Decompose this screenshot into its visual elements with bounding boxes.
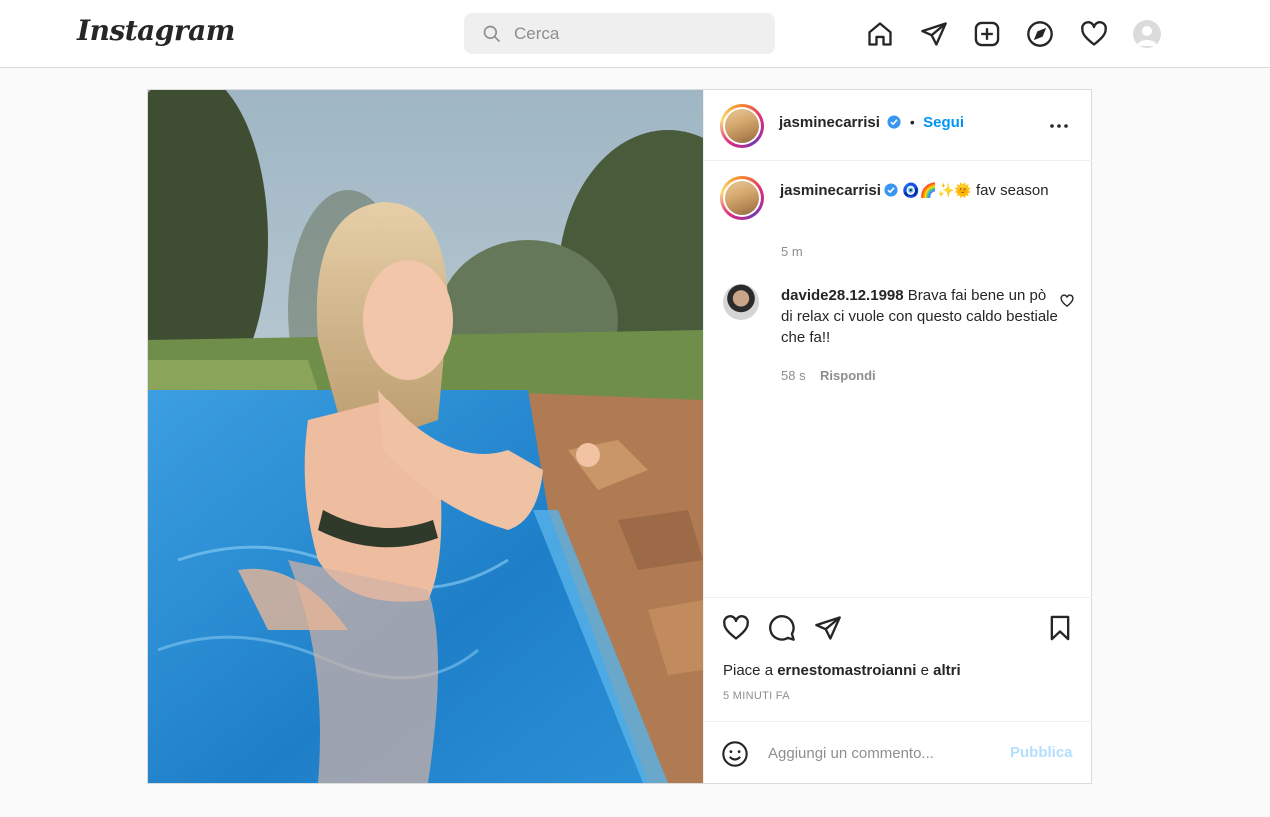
comment: davide28.12.1998 Brava fai bene un pò di…	[781, 285, 1061, 348]
separator-dot: •	[909, 114, 915, 130]
share-icon[interactable]	[814, 614, 842, 642]
pool-photo-illustration	[148, 90, 703, 783]
author-line: jasminecarrisi • Segui	[779, 114, 964, 132]
reply-button[interactable]: Rispondi	[820, 368, 876, 383]
search-icon	[483, 25, 501, 43]
caption-text: jasminecarrisi 🧿🌈✨🌞 fav season	[780, 180, 1070, 202]
verified-badge-icon	[887, 115, 901, 129]
comment-age: 58 s	[781, 368, 806, 383]
author-avatar[interactable]	[720, 104, 764, 148]
instagram-logo[interactable]: Instagram	[77, 14, 235, 47]
author-username[interactable]: jasminecarrisi	[779, 114, 880, 131]
caption-username[interactable]: jasminecarrisi	[780, 182, 881, 199]
search-box[interactable]	[464, 13, 775, 54]
caption-avatar[interactable]	[720, 176, 764, 220]
post-header: jasminecarrisi • Segui	[704, 90, 1092, 161]
likes-line: Piace a ernestomastroianni e altri	[723, 662, 961, 679]
like-heart-icon[interactable]	[722, 614, 750, 642]
comment-username[interactable]: davide28.12.1998	[781, 287, 904, 304]
post-actions: Piace a ernestomastroianni e altri 5 MIN…	[704, 597, 1092, 722]
explore-icon[interactable]	[1026, 20, 1054, 48]
comment-bubble-icon[interactable]	[768, 614, 796, 642]
post-photo[interactable]	[148, 90, 703, 783]
caption-emojis: 🧿🌈✨🌞	[902, 183, 972, 199]
post-timestamp: 5 MINUTI FA	[723, 690, 790, 702]
comment-like-heart-icon[interactable]	[1060, 294, 1074, 308]
publish-button[interactable]: Pubblica	[1010, 744, 1073, 761]
verified-badge-icon	[884, 183, 898, 197]
caption-body: fav season	[975, 182, 1049, 199]
more-options-icon[interactable]	[1047, 114, 1071, 138]
direct-icon[interactable]	[920, 20, 948, 48]
caption-age: 5 m	[781, 244, 803, 259]
search-input[interactable]	[514, 13, 764, 54]
likes-prefix: Piace a	[723, 662, 774, 679]
bookmark-icon[interactable]	[1046, 614, 1074, 642]
activity-heart-icon[interactable]	[1080, 20, 1108, 48]
likes-others[interactable]: altri	[933, 662, 961, 679]
add-comment-bar: Pubblica	[704, 721, 1092, 783]
likes-user[interactable]: ernestomastroianni	[777, 662, 916, 679]
new-post-icon[interactable]	[973, 20, 1001, 48]
post-card: jasminecarrisi • Segui jasminecarrisi 🧿🌈…	[147, 89, 1092, 784]
profile-avatar[interactable]	[1133, 20, 1161, 48]
emoji-icon[interactable]	[721, 740, 749, 768]
default-avatar-icon	[1137, 26, 1157, 46]
commenter-avatar[interactable]	[723, 284, 759, 320]
follow-button[interactable]: Segui	[923, 114, 964, 131]
likes-connector: e	[920, 662, 929, 679]
comment-input[interactable]	[768, 738, 998, 768]
top-nav-bar: Instagram	[0, 0, 1270, 68]
comment-meta: 58 s Rispondi	[781, 367, 876, 385]
home-icon[interactable]	[866, 20, 894, 48]
post-side-panel: jasminecarrisi • Segui jasminecarrisi 🧿🌈…	[703, 90, 1092, 783]
